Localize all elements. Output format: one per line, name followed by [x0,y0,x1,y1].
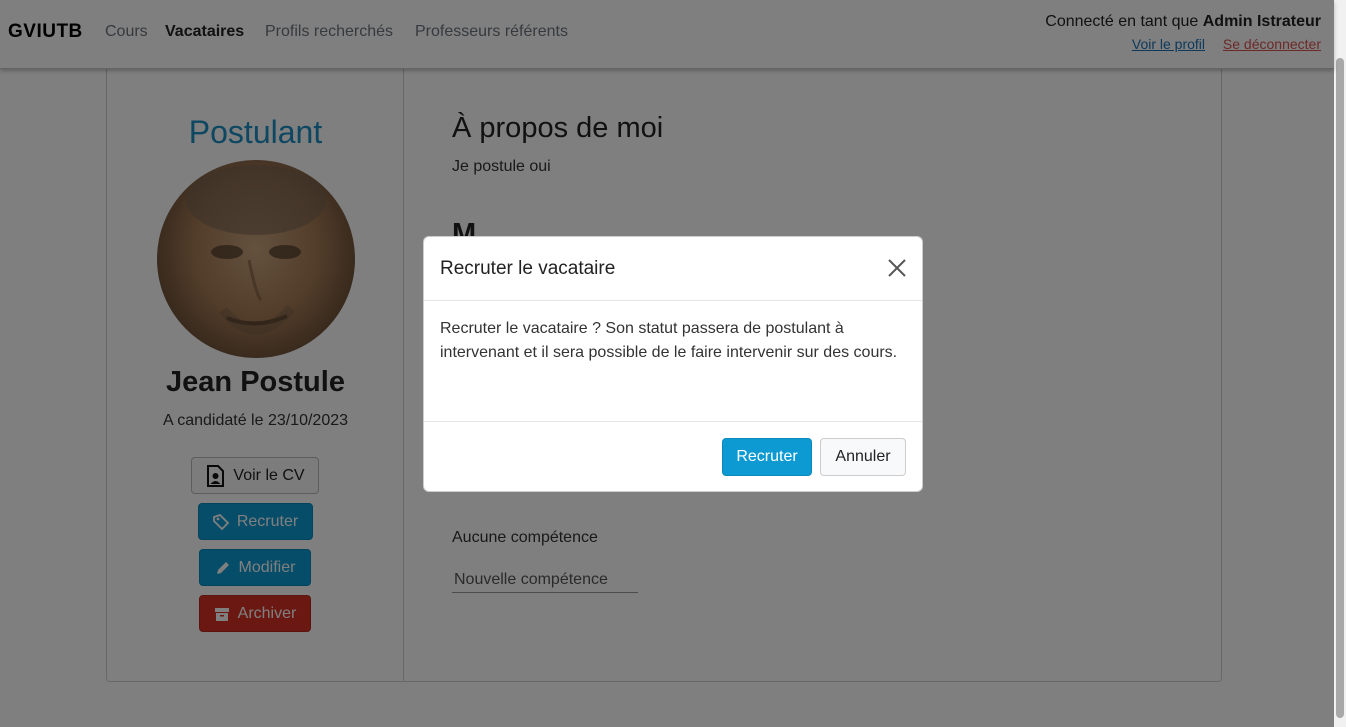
modal-title: Recruter le vacataire [440,258,616,279]
confirm-recruit-button[interactable]: Recruter [722,438,812,476]
modal-footer: Recruter Annuler [424,421,922,492]
modal-body: Recruter le vacataire ? Son statut passe… [440,320,898,361]
scrollbar-thumb[interactable] [1336,58,1344,718]
close-icon[interactable] [886,257,908,279]
cancel-button[interactable]: Annuler [820,438,906,476]
recruit-modal: Recruter le vacataire Recruter le vacata… [423,236,923,492]
modal-header: Recruter le vacataire [424,237,922,301]
page-scrollbar[interactable] [1334,0,1346,727]
